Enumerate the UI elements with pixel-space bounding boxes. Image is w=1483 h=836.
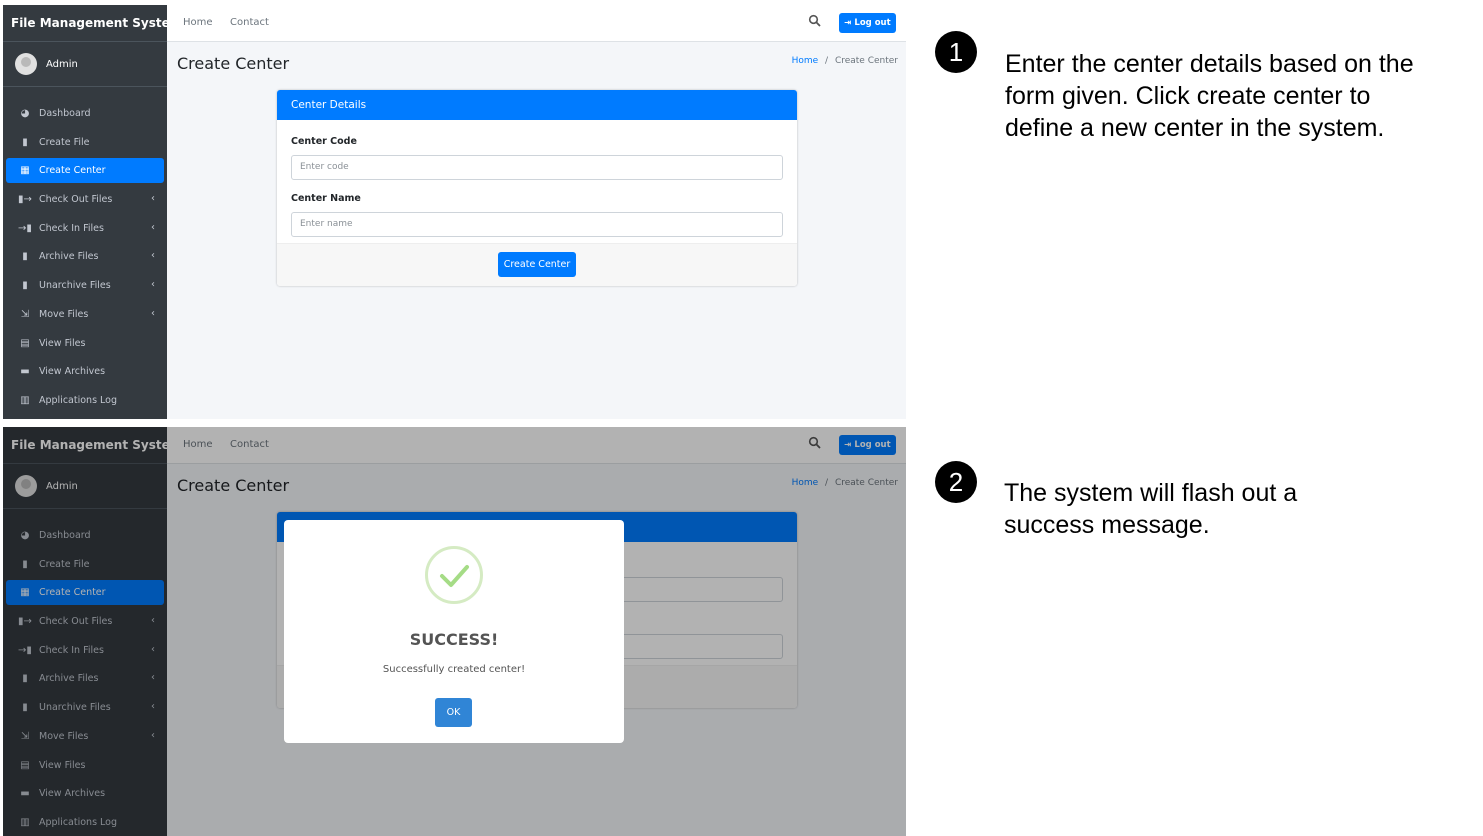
file-archive-icon: ▮ [22,251,28,263]
chevron-left-icon: ‹ [151,279,155,291]
dialog-message: Successfully created center! [382,664,526,675]
file-export-icon: ▮→ [18,194,32,206]
sidebar-item-label: Unarchive Files [39,280,111,292]
dialog-title: SUCCESS! [409,630,499,649]
sidebar-item-archive-files[interactable]: ▮ Archive Files ‹ [6,244,164,269]
sidebar-item-applications-log[interactable]: ▥ Applications Log [6,388,164,413]
breadcrumb-separator: / [825,56,829,66]
chevron-left-icon: ‹ [151,193,155,205]
sidebar-item-label: Check In Files [39,222,104,234]
step-1-badge: 1 [935,31,977,73]
building-icon: ▦ [20,165,30,177]
sidebar-item-view-files[interactable]: ▤ View Files [6,331,164,356]
user-panel[interactable]: Admin [3,42,167,87]
sidebar-item-label: Applications Log [39,394,118,406]
center-name-input[interactable]: Enter name [291,212,783,237]
ok-button[interactable]: OK [435,698,472,727]
sidebar-item-label: Dashboard [39,108,91,119]
chevron-left-icon: ‹ [151,250,155,262]
card-header: Center Details [277,90,797,120]
step-2-text: The system will flash out a success mess… [1004,479,1298,539]
nav-home-link[interactable]: Home [183,17,213,28]
sidebar-item-label: Create Center [39,165,106,177]
center-name-label: Center Name [291,193,361,204]
sign-out-icon: ⇥ [844,18,852,28]
success-dialog: SUCCESS! Successfully created center! OK [284,520,624,743]
page-title: Create Center [177,54,290,73]
center-details-card: Center Details Center Code Enter code Ce… [277,90,797,286]
screenshot-create-center: File Management System Admin ◕ Dashboard ▮… [3,5,906,419]
search-icon[interactable] [808,14,822,31]
sidebar: File Management System Admin ◕ Dashboard ▮… [3,5,182,419]
clipboard-icon: ▥ [20,394,30,406]
file-archive-icon: ▮ [22,280,28,292]
breadcrumb-current: Create Center [834,56,898,66]
sidebar-item-label: View Files [39,337,86,349]
brand-title[interactable]: File Management System [3,5,182,42]
sidebar-item-check-out-files[interactable]: ▮→ Check Out Files ‹ [6,187,164,212]
sidebar-item-view-archives[interactable]: ▬ View Archives [6,359,164,384]
logout-button[interactable]: ⇥ Log out [839,13,896,33]
sidebar-item-create-file[interactable]: ▮ Create File [6,130,164,155]
center-code-input[interactable]: Enter code [291,155,783,180]
sidebar-item-label: Check Out Files [39,194,113,206]
chevron-left-icon: ‹ [151,221,155,233]
sidebar-nav: ◕ Dashboard ▮ Create File ▦ Create Center ▮→ Ch… [3,101,167,413]
breadcrumb-home[interactable]: Home [792,56,819,66]
step-2-badge: 2 [935,461,977,503]
dashboard-icon: ◕ [20,108,30,119]
card-footer: Create Center [277,243,797,286]
logout-label: Log out [854,18,891,28]
file-alt-icon: ▤ [20,337,30,349]
main-content: Create Center Home / Create Center Cente… [167,42,906,419]
user-name: Admin [46,58,78,70]
sidebar-item-create-center[interactable]: ▦ Create Center [6,158,164,184]
step-1-text: Enter the center details based on the fo… [1005,50,1414,142]
chevron-left-icon: ‹ [151,307,155,319]
avatar [15,53,37,75]
screenshot-success-dialog: File Management System Admin ◕ Dashboard ▮… [3,427,906,836]
archive-icon: ▬ [20,366,30,378]
sidebar-item-label: Create File [39,136,90,148]
center-code-label: Center Code [291,136,357,147]
sidebar-item-check-in-files[interactable]: →▮ Check In Files ‹ [6,216,164,241]
sidebar-item-dashboard[interactable]: ◕ Dashboard [6,101,164,126]
sidebar-item-label: View Archives [39,366,106,378]
success-check-icon [425,546,483,604]
nav-contact-link[interactable]: Contact [230,17,269,28]
file-icon: ▮ [22,136,28,148]
top-navbar: Home Contact ⇥ Log out [167,5,906,42]
file-import-icon: →▮ [18,222,32,234]
sidebar-item-move-files[interactable]: ⇲ Move Files ‹ [6,302,164,327]
sidebar-item-label: Move Files [39,308,89,320]
create-center-button[interactable]: Create Center [498,252,576,277]
sidebar-item-unarchive-files[interactable]: ▮ Unarchive Files ‹ [6,273,164,298]
sidebar-item-label: Archive Files [39,251,99,263]
dolly-icon: ⇲ [20,308,30,320]
breadcrumb: Home / Create Center [792,56,898,66]
